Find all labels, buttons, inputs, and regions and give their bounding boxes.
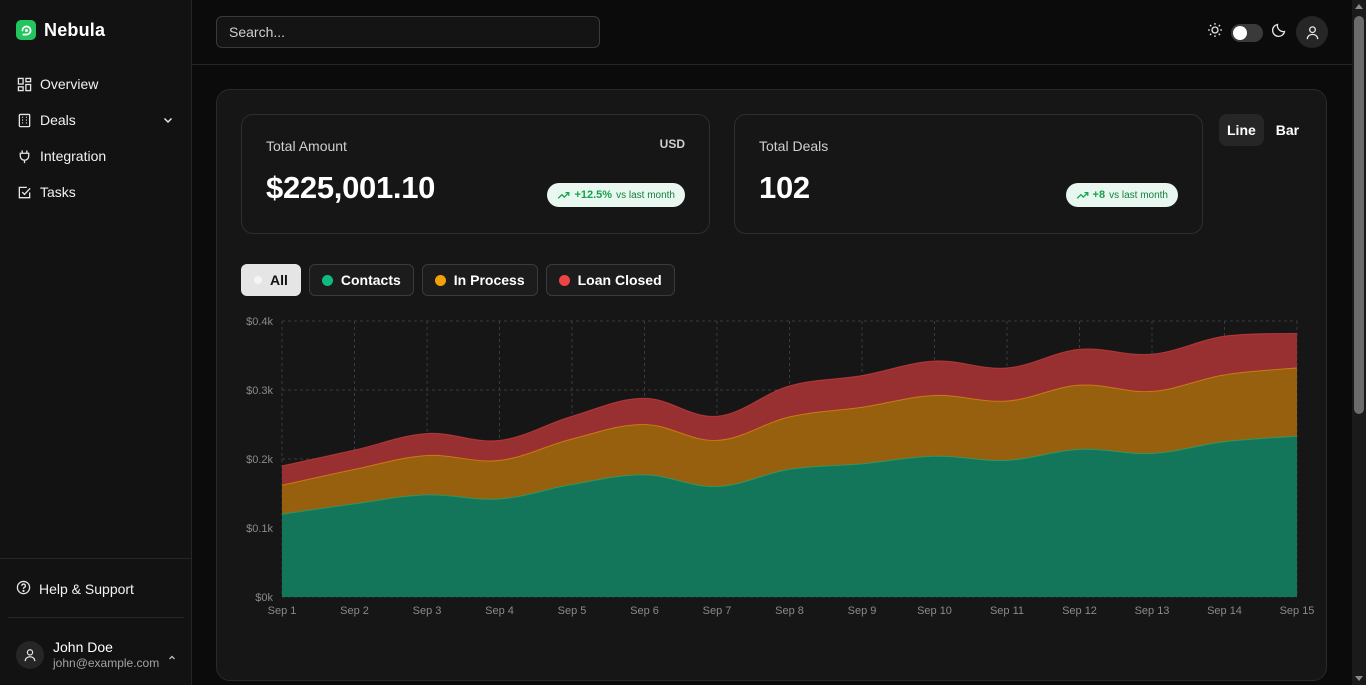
- x-tick-label: Sep 6: [630, 605, 659, 617]
- y-tick-label: $0k: [255, 592, 273, 604]
- x-tick-label: Sep 9: [848, 605, 877, 617]
- chevron-up-icon[interactable]: [168, 649, 176, 667]
- sun-icon: [1207, 22, 1223, 43]
- sidebar-nav: Overview Deals Integration Tasks: [8, 66, 184, 210]
- avatar: [16, 641, 44, 669]
- x-tick-label: Sep 3: [413, 605, 442, 617]
- x-tick-label: Sep 14: [1207, 605, 1242, 617]
- user-info: John Doe john@example.com: [53, 639, 159, 671]
- sidebar-item-deals[interactable]: Deals: [8, 102, 184, 138]
- x-tick-label: Sep 8: [775, 605, 804, 617]
- x-tick-label: Sep 7: [703, 605, 732, 617]
- x-tick-label: Sep 10: [917, 605, 952, 617]
- profile-avatar-button[interactable]: [1296, 16, 1328, 48]
- scroll-down-arrow-icon[interactable]: [1355, 676, 1363, 681]
- y-tick-label: $0.1k: [246, 523, 273, 535]
- toggle-knob: [1233, 25, 1247, 40]
- sidebar-item-tasks[interactable]: Tasks: [8, 174, 184, 210]
- x-tick-label: Sep 1: [268, 605, 297, 617]
- sidebar-item-label: Deals: [40, 112, 76, 128]
- x-tick-label: Sep 2: [340, 605, 369, 617]
- sidebar: Nebula Overview Deals Integration Tasks …: [0, 0, 192, 685]
- sidebar-item-label: Tasks: [40, 184, 76, 200]
- building-icon: [16, 112, 32, 128]
- sidebar-footer: Help & Support John Doe john@example.com: [0, 558, 191, 670]
- help-circle-icon: [16, 580, 31, 598]
- search-input[interactable]: [216, 16, 600, 48]
- brand[interactable]: Nebula: [16, 18, 105, 42]
- sidebar-item-overview[interactable]: Overview: [8, 66, 184, 102]
- theme-switcher: [1207, 22, 1287, 43]
- divider: [8, 617, 184, 618]
- checkbox-icon: [16, 184, 32, 200]
- sidebar-item-integration[interactable]: Integration: [8, 138, 184, 174]
- x-tick-label: Sep 15: [1280, 605, 1315, 617]
- page-scrollbar[interactable]: [1352, 0, 1366, 685]
- app-root: Nebula Overview Deals Integration Tasks …: [0, 0, 1366, 685]
- x-tick-label: Sep 11: [990, 605, 1024, 617]
- chevron-down-icon[interactable]: [162, 113, 174, 129]
- plug-icon: [16, 148, 32, 164]
- help-label: Help & Support: [39, 581, 134, 597]
- y-tick-label: $0.2k: [246, 454, 273, 466]
- x-tick-label: Sep 13: [1135, 605, 1170, 617]
- y-tick-label: $0.3k: [246, 385, 273, 397]
- topbar: [192, 0, 1352, 65]
- scroll-up-arrow-icon[interactable]: [1355, 4, 1363, 9]
- y-tick-label: $0.4k: [246, 316, 273, 328]
- user-icon: [1306, 25, 1318, 39]
- help-support-link[interactable]: Help & Support: [8, 571, 184, 607]
- theme-toggle[interactable]: [1231, 23, 1263, 42]
- moon-icon: [1271, 22, 1287, 43]
- scroll-thumb[interactable]: [1354, 16, 1364, 414]
- x-tick-label: Sep 12: [1062, 605, 1097, 617]
- user-name: John Doe: [53, 639, 113, 655]
- grid-icon: [16, 76, 32, 92]
- user-email: john@example.com: [53, 656, 160, 670]
- nebula-logo-icon: [16, 20, 36, 40]
- x-tick-label: Sep 5: [558, 605, 587, 617]
- sidebar-item-label: Overview: [40, 76, 99, 92]
- x-tick-label: Sep 4: [485, 605, 514, 617]
- user-menu[interactable]: John Doe john@example.com: [16, 635, 184, 675]
- dashboard-card: Total Amount USD $225,001.10 +12.5% vs l…: [216, 89, 1327, 681]
- stacked-area-chart: $0k $0.1k $0.2k $0.3k $0.4k Sep 1 Sep 2 Sep 3 Se…: [246, 316, 1315, 617]
- sidebar-item-label: Integration: [40, 148, 107, 164]
- brand-name: Nebula: [44, 19, 106, 40]
